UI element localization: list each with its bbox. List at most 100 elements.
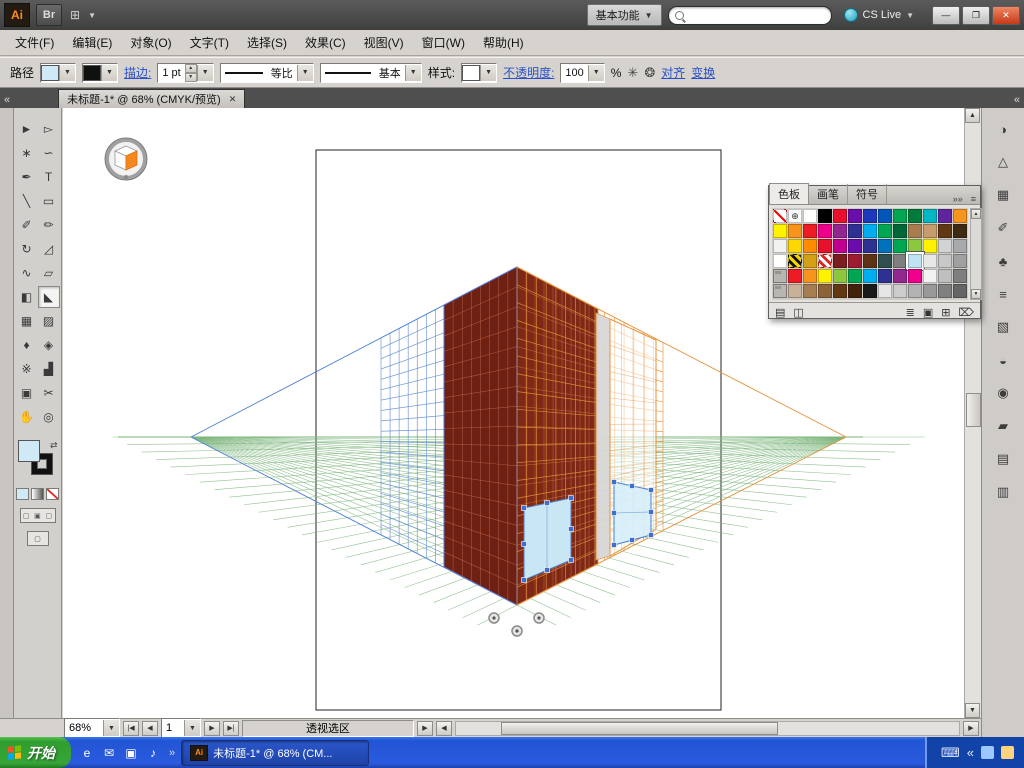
slice-tool[interactable]: ✂ <box>38 382 60 404</box>
last-artboard-button[interactable]: ▶| <box>223 721 239 736</box>
swatch[interactable] <box>788 239 802 253</box>
swatch[interactable] <box>788 254 802 268</box>
direct-selection-tool[interactable]: ▻ <box>38 118 60 140</box>
swatch[interactable] <box>833 209 847 223</box>
swatch[interactable] <box>953 284 967 298</box>
artboard-tool[interactable]: ▣ <box>16 382 38 404</box>
dock-stroke-panel[interactable]: ≡ <box>989 281 1017 307</box>
horizontal-scrollbar[interactable] <box>455 721 960 736</box>
swatch[interactable] <box>938 269 952 283</box>
pencil-tool[interactable]: ✏ <box>38 214 60 236</box>
swatch[interactable] <box>923 254 937 268</box>
right-dock-collapse-icon[interactable]: « <box>1010 92 1024 108</box>
plane-switcher-widget[interactable] <box>103 136 149 182</box>
swatch[interactable] <box>818 284 832 298</box>
fill-color-well[interactable] <box>18 440 40 462</box>
swatch[interactable] <box>878 224 892 238</box>
color-wheel-icon[interactable]: ❂ <box>644 65 655 81</box>
swatch[interactable] <box>953 254 967 268</box>
swatch[interactable] <box>953 239 967 253</box>
swatch-kinds-menu[interactable]: ◫ <box>793 306 803 319</box>
pen-tool[interactable]: ✒ <box>16 166 38 188</box>
column-graph-tool[interactable]: ▟ <box>38 358 60 380</box>
quick-launch-overflow[interactable]: » <box>169 747 175 759</box>
swatch[interactable] <box>878 254 892 268</box>
swatch[interactable] <box>803 284 817 298</box>
eyedropper-tool[interactable]: ♦ <box>16 334 38 356</box>
swatch[interactable] <box>938 239 952 253</box>
menu-help[interactable]: 帮助(H) <box>474 31 533 54</box>
color-group-folder[interactable] <box>773 269 787 283</box>
swatch[interactable] <box>863 284 877 298</box>
swatch[interactable] <box>803 209 817 223</box>
magic-wand-tool[interactable]: ∗ <box>16 142 38 164</box>
swatch[interactable] <box>878 269 892 283</box>
dock-symbols-panel[interactable]: ♣ <box>989 248 1017 274</box>
swatch[interactable] <box>923 239 937 253</box>
swatch[interactable] <box>818 239 832 253</box>
horizontal-scroll-thumb[interactable] <box>501 722 778 735</box>
menu-effect[interactable]: 效果(C) <box>296 31 355 54</box>
dock-artboards-panel[interactable]: ▥ <box>989 479 1017 505</box>
swatch[interactable] <box>893 224 907 238</box>
swatch[interactable] <box>788 284 802 298</box>
shape-builder-tool[interactable]: ◧ <box>16 286 38 308</box>
scale-tool[interactable]: ◿ <box>38 238 60 260</box>
align-link[interactable]: 对齐 <box>661 64 685 81</box>
swatch[interactable] <box>893 269 907 283</box>
swatch[interactable] <box>878 284 892 298</box>
quick-launch-show-desktop[interactable]: ▣ <box>123 745 139 761</box>
dock-layers-panel[interactable]: ▤ <box>989 446 1017 472</box>
dock-swatches-panel[interactable]: ▦ <box>989 182 1017 208</box>
menu-type[interactable]: 文字(T) <box>181 31 238 54</box>
vertical-scroll-thumb[interactable] <box>966 393 981 427</box>
close-button[interactable]: ✕ <box>992 6 1020 25</box>
drawing-mode-buttons[interactable]: ▢▣▢ <box>20 508 56 523</box>
swatch[interactable] <box>908 224 922 238</box>
tray-collapse-icon[interactable]: « <box>967 745 974 760</box>
menu-select[interactable]: 选择(S) <box>238 31 296 54</box>
mesh-tool[interactable]: ▦ <box>16 310 38 332</box>
swatch[interactable] <box>773 239 787 253</box>
recolor-artwork-icon[interactable]: ✳ <box>627 65 638 81</box>
swatch[interactable]: ⊕ <box>788 209 802 223</box>
swatch[interactable] <box>833 239 847 253</box>
swatch[interactable] <box>818 224 832 238</box>
width-tool[interactable]: ∿ <box>16 262 38 284</box>
swatch[interactable] <box>908 284 922 298</box>
width-profile-dropdown[interactable]: 等比 ▼ <box>220 63 314 83</box>
document-close-icon[interactable]: ✕ <box>229 94 237 105</box>
swatch[interactable] <box>908 209 922 223</box>
scroll-left-button[interactable]: ◀ <box>436 721 452 736</box>
swatch[interactable] <box>863 239 877 253</box>
keyboard-tray-icon[interactable]: ⌨ <box>941 745 960 761</box>
delete-swatch[interactable]: ⌦ <box>958 306 974 319</box>
arrange-documents-caret[interactable]: ▼ <box>88 11 96 20</box>
swatch[interactable] <box>833 254 847 268</box>
swatch[interactable] <box>923 269 937 283</box>
lasso-tool[interactable]: ∽ <box>38 142 60 164</box>
swatch[interactable] <box>938 254 952 268</box>
swatch[interactable] <box>938 284 952 298</box>
arrange-documents-icon[interactable]: ⊞ <box>68 8 82 22</box>
dock-graphic-styles-panel[interactable]: ▰ <box>989 413 1017 439</box>
color-mode-button[interactable] <box>16 488 29 500</box>
panel-expand-icon[interactable]: »» <box>949 194 967 204</box>
opacity-link[interactable]: 不透明度: <box>503 64 554 81</box>
swatch[interactable] <box>803 269 817 283</box>
new-color-group[interactable]: ▣ <box>923 306 933 319</box>
swatch[interactable] <box>803 239 817 253</box>
swatch[interactable] <box>848 224 862 238</box>
minimize-button[interactable]: — <box>932 6 960 25</box>
left-dock-collapse-icon[interactable]: « <box>0 92 14 108</box>
new-swatch[interactable]: ⊞ <box>941 306 950 319</box>
panel-scroll-up[interactable]: ▲ <box>971 209 981 219</box>
panel-menu-icon[interactable]: ≡ <box>967 194 980 204</box>
next-artboard-button[interactable]: ▶ <box>204 721 220 736</box>
start-button[interactable]: 开始 <box>0 737 71 768</box>
transform-link[interactable]: 变换 <box>691 64 715 81</box>
dock-transparency-panel[interactable]: ◒ <box>989 347 1017 373</box>
line-segment-tool[interactable]: ╲ <box>16 190 38 212</box>
swatch-options[interactable]: ≣ <box>906 306 915 319</box>
scroll-right-button[interactable]: ▶ <box>963 721 979 736</box>
